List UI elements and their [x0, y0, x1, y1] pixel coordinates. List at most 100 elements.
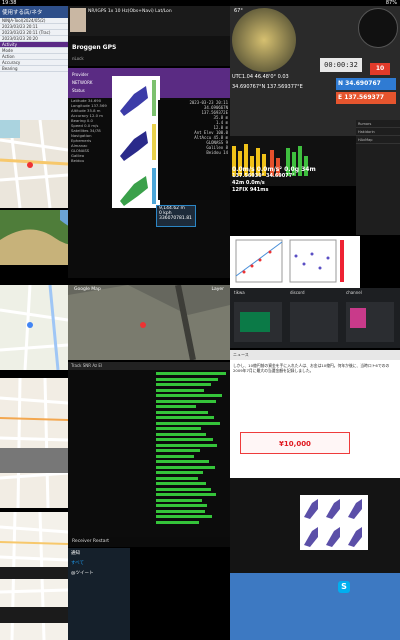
browser-tab-strip[interactable]: NR/IGPS 1x 10 Hz(Obs+Navi) Lat/Lon — [68, 6, 230, 36]
speed-badge: 10 — [370, 63, 390, 75]
snr-bar — [156, 493, 216, 496]
receiver-restart-bar[interactable]: Receiver Restart — [68, 537, 230, 547]
status-label: Status — [72, 88, 85, 93]
distance-box: 9,144.62 m 0 kph 336070781.81 — [156, 205, 196, 227]
latitude-badge: N 34.690767 — [336, 78, 396, 90]
plot-graphic — [112, 76, 160, 208]
snr-bar — [156, 432, 206, 436]
longitude-badge: E 137.569377 — [336, 92, 396, 104]
gps-dashboard: 67° 00:00:32 10 N 34.690767 E 137.569377… — [230, 6, 400, 136]
value-line: Beidou 14 — [206, 150, 228, 155]
speed-line: 0.0m/s 0.0m/s² 0.0g 34m — [232, 166, 316, 173]
snr-bar — [156, 438, 213, 441]
provider-value: NETWORK — [72, 80, 93, 85]
twitter-notifications: 通知 すべて @ツイート — [68, 548, 130, 640]
speed-overlay: 0.0m/s 0.0m/s² 0.0g 34m 137.56939° 34.69… — [232, 166, 352, 216]
snr-bar — [156, 405, 196, 408]
chat-graphic — [234, 302, 394, 342]
total-value: 336070781.81 — [159, 216, 192, 221]
snr-bar — [156, 465, 215, 469]
tab-title[interactable]: NR/IGPS 1x 10 Hz(Obs+Navi) Lat/Lon — [88, 9, 172, 14]
channel-label[interactable]: discord — [290, 290, 305, 295]
satellite-snr-table: Track SNR Az El — [68, 362, 230, 537]
scatter-graphic — [230, 236, 360, 288]
snr-bar — [156, 509, 205, 513]
snr-bar — [156, 498, 202, 502]
heading-value: 67° — [234, 8, 243, 14]
map-caption: Google Map — [74, 287, 101, 292]
snr-bar — [156, 372, 226, 375]
street-map[interactable] — [0, 120, 68, 208]
provider-label: Provider — [72, 72, 89, 77]
list-item[interactable]: Bearing — [0, 66, 68, 72]
alt-line: 42m 0.0m/s — [232, 180, 265, 186]
map-roads-graphic — [0, 512, 68, 640]
snr-bar — [156, 504, 207, 507]
snr-bar — [156, 383, 211, 386]
snr-bar — [156, 460, 209, 463]
gps-app-header: Broggen GPS nLock — [68, 36, 230, 66]
gps-row: nLock — [72, 56, 84, 61]
tab-mentions[interactable]: @ツイート — [68, 568, 130, 578]
list-item[interactable]: Hakidorin — [356, 128, 400, 136]
snr-bar — [156, 476, 198, 480]
thumbnail-grid-graphic — [300, 495, 368, 550]
snr-bar — [156, 399, 216, 403]
list-item[interactable]: Rumors — [356, 120, 400, 128]
snr-bar — [156, 421, 220, 425]
snr-bar — [156, 482, 206, 485]
snr-bar — [156, 454, 194, 458]
city-map[interactable] — [0, 378, 68, 508]
scatter-plot — [230, 236, 360, 288]
my-location-icon — [27, 322, 33, 328]
snr-bar — [156, 449, 200, 452]
snr-bar — [156, 416, 214, 419]
coords-line: 137.56939° 34.69077° — [232, 173, 295, 179]
map-thumbnails — [300, 495, 368, 550]
location-pin-icon — [27, 162, 33, 168]
snr-bar — [156, 515, 212, 518]
snr-bar — [156, 471, 203, 474]
map-roads-graphic — [0, 285, 68, 370]
snr-bar — [156, 410, 208, 414]
page-header: ニュース — [230, 350, 400, 360]
promo-banner[interactable]: ¥10,000 — [240, 432, 350, 454]
position-marker-icon — [140, 322, 146, 328]
snr-bar — [156, 520, 199, 524]
snr-bar — [156, 377, 218, 381]
city-map-bottom[interactable] — [0, 512, 68, 640]
skype-icon[interactable]: S — [338, 581, 350, 593]
satellite-map[interactable]: Google Map Layer — [68, 285, 230, 360]
layer-button[interactable]: Layer — [211, 287, 224, 292]
discord-channels: tikwa discord channel — [230, 288, 400, 348]
table-header: Track SNR Az El — [68, 362, 230, 370]
snr-bar — [156, 394, 222, 397]
list-item[interactable]: HAxMap — [356, 136, 400, 144]
snr-bar — [156, 443, 217, 447]
japan-map-plots — [112, 76, 160, 208]
app-list: Rumors Hakidorin HAxMap — [356, 120, 400, 235]
map-roads-graphic — [0, 120, 68, 208]
restart-label[interactable]: Receiver Restart — [68, 539, 109, 544]
tab-thumbnail[interactable] — [70, 8, 86, 32]
coords-line: 34.690767°N 137.569377°E — [232, 84, 303, 90]
channel-label[interactable]: channel — [346, 290, 362, 295]
panel-title: 使用する店/ネタ — [0, 6, 68, 18]
article-text: しかし、10億円前の資金を手に入れた人は、お金は10億円。何年か後に、当時ロト6… — [233, 363, 390, 373]
utc-line: UTC1.04 46.48'0° 0.03 — [232, 74, 289, 80]
elapsed-time: 00:00:32 — [320, 58, 362, 72]
tab-all[interactable]: すべて — [68, 558, 130, 568]
compass-dial-icon — [232, 8, 296, 72]
google-map[interactable] — [0, 285, 68, 370]
news-article: ニュース しかし、10億円前の資金を手に入れた人は、お金は10億円。何年か後に、… — [230, 350, 400, 478]
fix-line: 12FIX 941ms — [232, 187, 269, 193]
snr-bar — [156, 388, 204, 392]
bottom-bar: S — [230, 573, 400, 640]
gps-numbers-panel: 2023-03-23 20:11 34.690667N 137.569372E … — [158, 100, 230, 200]
channel-label[interactable]: tikwa — [234, 290, 245, 295]
map-roads-graphic — [0, 378, 68, 508]
notifications-title: 通知 — [71, 551, 80, 556]
app-title: Broggen GPS — [72, 44, 117, 51]
analog-clock-icon — [358, 8, 398, 48]
snr-bar — [156, 487, 211, 491]
